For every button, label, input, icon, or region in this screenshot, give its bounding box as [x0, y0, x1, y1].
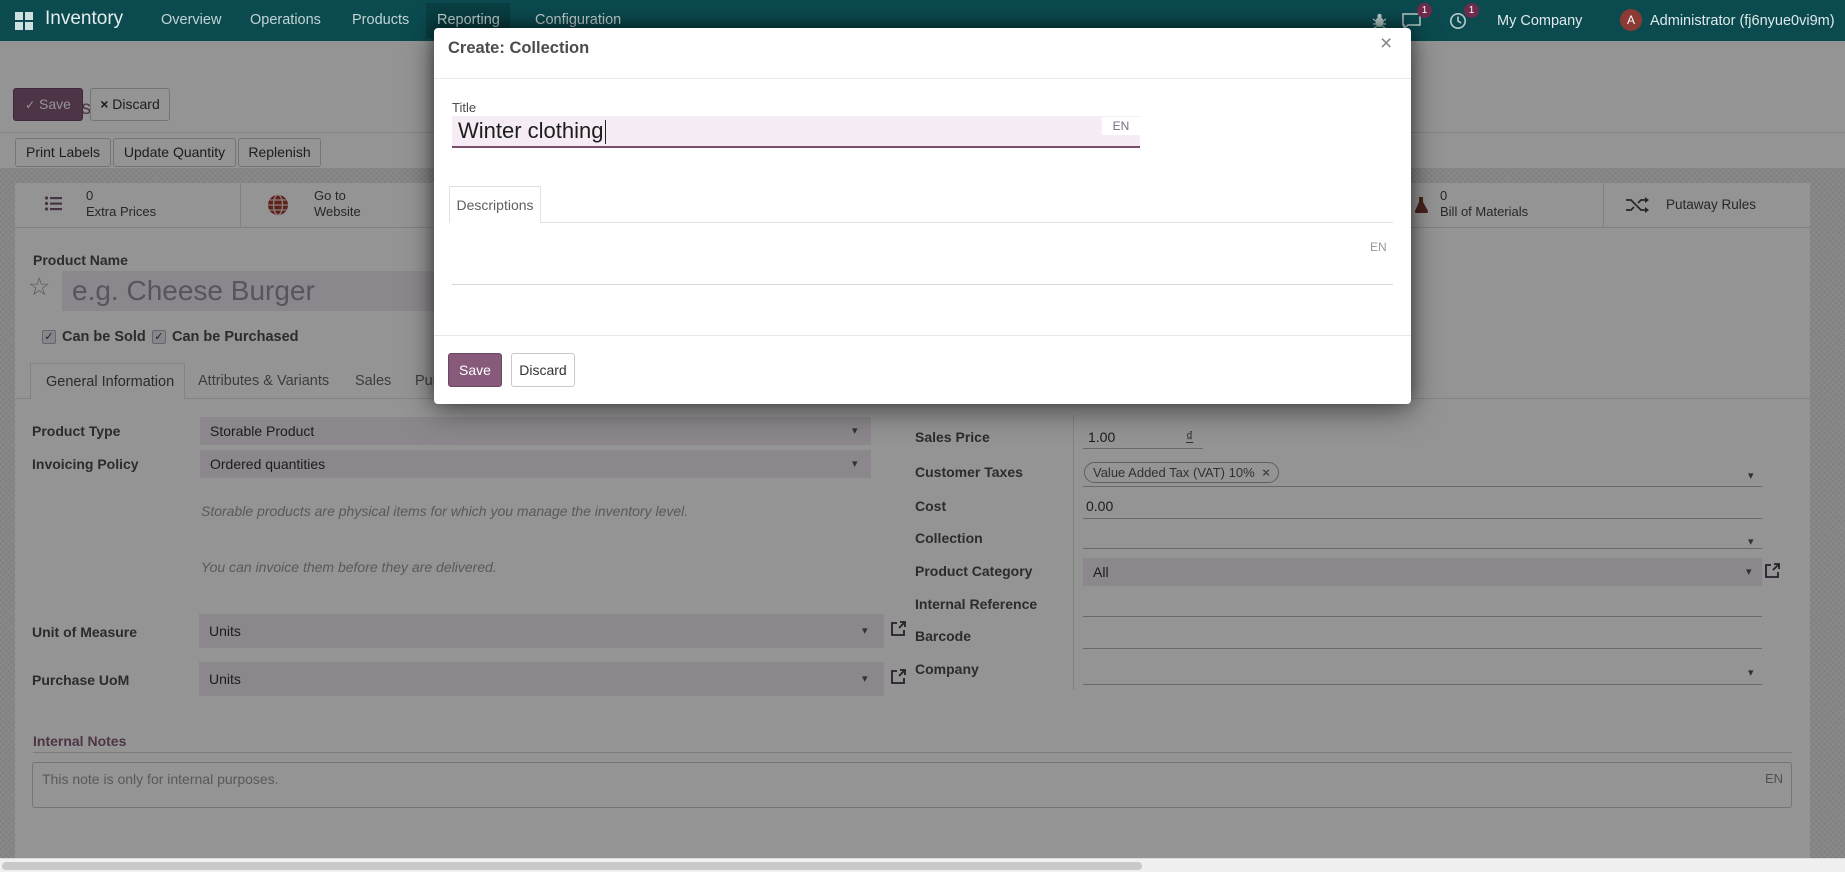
text-cursor	[605, 120, 606, 144]
activities-badge: 1	[1464, 3, 1479, 18]
title-language-badge[interactable]: EN	[1102, 117, 1140, 135]
nav-item-configuration[interactable]: Configuration	[535, 12, 621, 28]
create-collection-dialog: Create: Collection × Title Winter clothi…	[434, 28, 1411, 404]
nav-item-products[interactable]: Products	[352, 12, 409, 28]
description-field[interactable]	[452, 284, 1393, 285]
app-name[interactable]: Inventory	[45, 8, 123, 30]
nav-item-overview[interactable]: Overview	[161, 12, 221, 28]
avatar[interactable]: A	[1620, 9, 1642, 31]
title-input[interactable]: Winter clothing EN	[452, 116, 1140, 148]
scrollbar-thumb[interactable]	[2, 862, 1142, 870]
title-field-label: Title	[452, 100, 476, 115]
dialog-discard-button[interactable]: Discard	[511, 353, 575, 387]
messages-badge: 1	[1417, 3, 1432, 18]
apps-grid-icon[interactable]	[15, 12, 33, 30]
debug-bug-icon[interactable]	[1371, 12, 1388, 29]
dialog-title: Create: Collection	[448, 39, 589, 58]
close-icon[interactable]: ×	[1380, 32, 1392, 56]
company-switcher[interactable]: My Company	[1497, 13, 1582, 29]
tab-descriptions[interactable]: Descriptions	[449, 186, 541, 223]
nav-item-reporting[interactable]: Reporting	[437, 12, 500, 28]
user-menu[interactable]: Administrator (fj6nyue0vi9m)	[1650, 13, 1835, 29]
nav-item-operations[interactable]: Operations	[250, 12, 321, 28]
description-language-badge[interactable]: EN	[1370, 240, 1387, 254]
title-input-value: Winter clothing	[458, 118, 604, 143]
dialog-save-button[interactable]: Save	[448, 353, 502, 387]
horizontal-scrollbar[interactable]	[0, 858, 1845, 872]
